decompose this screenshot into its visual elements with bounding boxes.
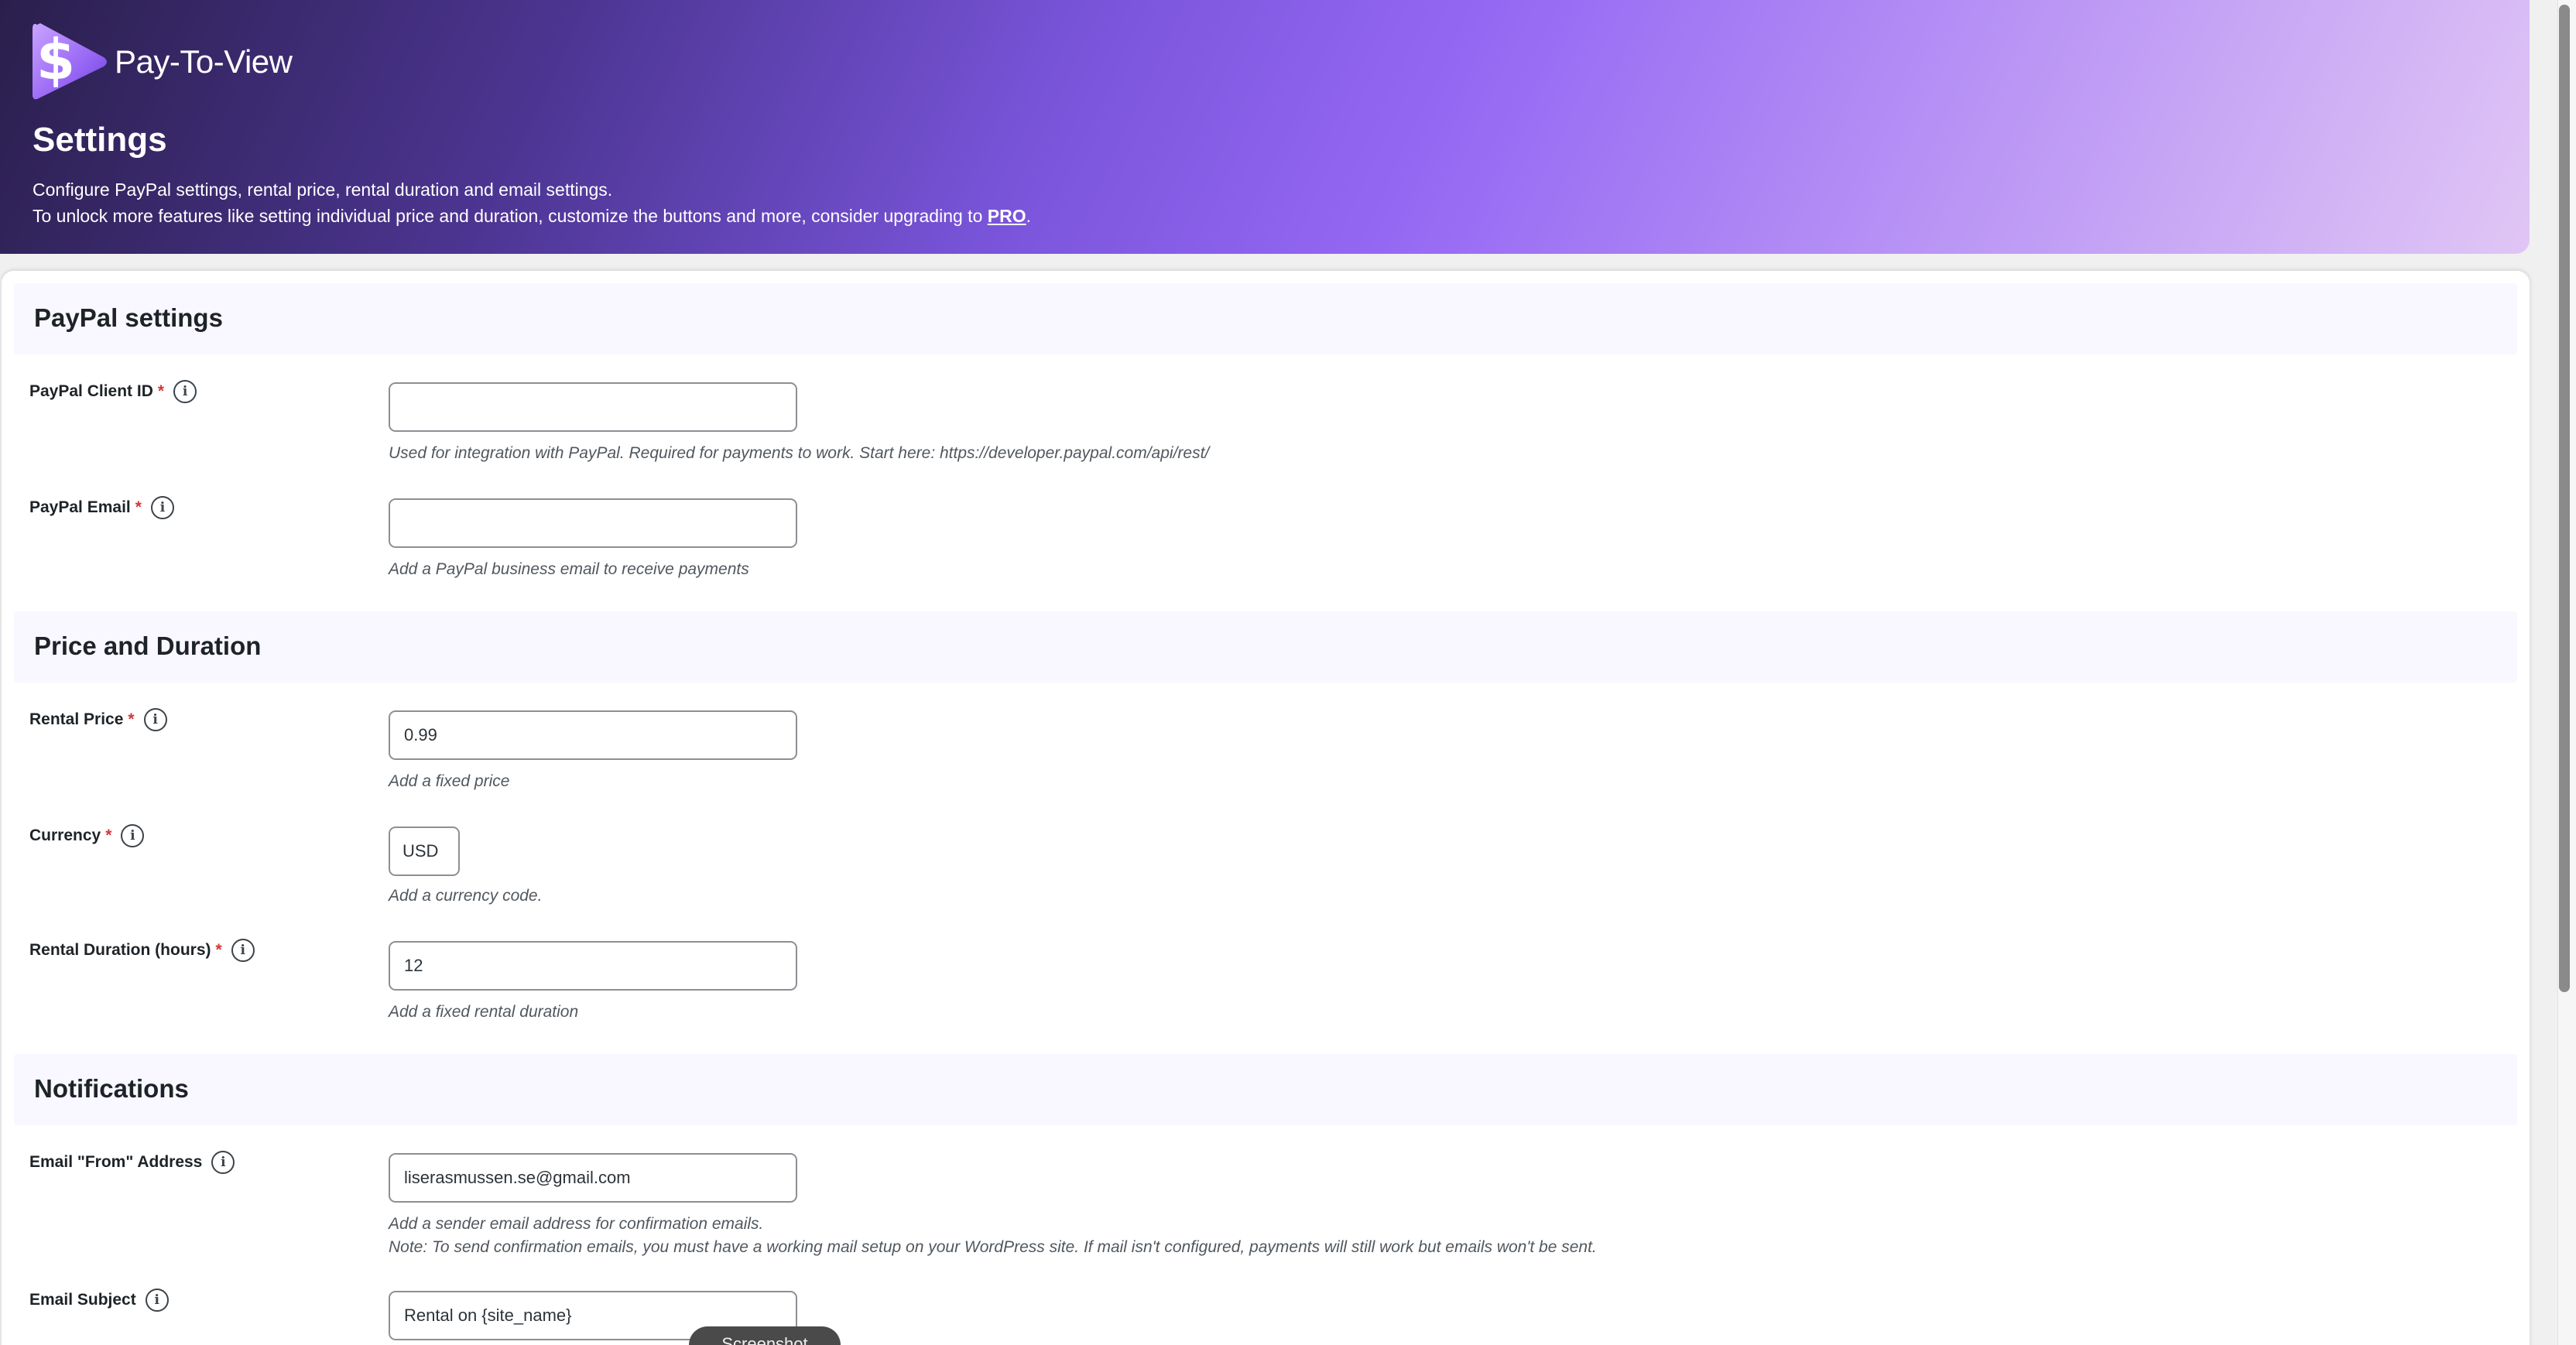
paypal-client-id-label: PayPal Client ID * i (29, 379, 197, 404)
paypal-email-label: PayPal Email * i (29, 495, 174, 520)
info-icon[interactable]: i (121, 824, 145, 847)
pro-link[interactable]: PRO (988, 206, 1026, 226)
rental-price-input[interactable] (389, 710, 797, 760)
required-marker: * (157, 382, 165, 400)
rental-duration-hint: Add a fixed rental duration (389, 1003, 579, 1021)
section-title: Price and Duration (34, 631, 262, 660)
required-marker: * (128, 710, 135, 728)
rental-duration-label: Rental Duration (hours) * i (29, 938, 255, 963)
email-from-address-input[interactable] (389, 1153, 797, 1203)
label-text: Email Subject (29, 1291, 136, 1309)
rental-duration-input[interactable] (389, 941, 797, 991)
info-icon[interactable]: i (173, 380, 197, 403)
intro-text: Configure PayPal settings, rental price,… (33, 180, 613, 200)
pay-to-view-logo-icon: $ (33, 23, 107, 100)
label-text: Email "From" Address (29, 1153, 203, 1171)
currency-label: Currency * i (29, 823, 145, 848)
rental-price-hint: Add a fixed price (389, 772, 510, 790)
section-price-duration: Price and Duration (14, 611, 2517, 683)
settings-card: PayPal settings PayPal Client ID * i Use… (2, 271, 2530, 1345)
paypal-client-id-input[interactable] (389, 382, 797, 432)
info-icon[interactable]: i (231, 939, 255, 962)
info-icon[interactable]: i (145, 1289, 169, 1312)
required-marker: * (105, 827, 112, 844)
label-text: Rental Duration (hours) (29, 941, 211, 959)
screenshot-pill[interactable]: Screenshot (689, 1326, 841, 1345)
label-text: PayPal Client ID (29, 382, 153, 400)
header-banner: $ Pay-To-View Settings Configure PayPal … (0, 0, 2530, 254)
section-title: Notifications (34, 1074, 189, 1103)
upgrade-text-prefix: To unlock more features like setting ind… (33, 206, 988, 226)
upgrade-text-suffix: . (1026, 206, 1031, 226)
rental-price-label: Rental Price * i (29, 707, 167, 732)
section-notifications: Notifications (14, 1054, 2517, 1125)
section-title: PayPal settings (34, 303, 223, 332)
email-subject-label: Email Subject i (29, 1288, 169, 1312)
paypal-email-hint: Add a PayPal business email to receive p… (389, 560, 749, 578)
email-from-address-hint: Add a sender email address for confirmat… (389, 1215, 764, 1233)
required-marker: * (215, 941, 222, 959)
upgrade-text: To unlock more features like setting ind… (33, 206, 1031, 227)
info-icon[interactable]: i (150, 496, 174, 519)
currency-input[interactable] (389, 827, 460, 876)
paypal-client-id-hint: Used for integration with PayPal. Requir… (389, 444, 1210, 462)
info-icon[interactable]: i (211, 1151, 235, 1174)
info-icon[interactable]: i (143, 708, 167, 731)
settings-page: $ Pay-To-View Settings Configure PayPal … (0, 0, 2576, 1345)
page-title: Settings (33, 121, 167, 159)
label-text: Rental Price (29, 710, 124, 728)
label-text: PayPal Email (29, 498, 131, 516)
currency-hint: Add a currency code. (389, 887, 543, 905)
mail-setup-note: Note: To send confirmation emails, you m… (389, 1238, 1597, 1256)
required-marker: * (135, 498, 142, 516)
label-text: Currency (29, 827, 101, 844)
section-paypal-settings: PayPal settings (14, 283, 2517, 354)
scrollbar-thumb[interactable] (2559, 5, 2570, 992)
svg-text:$: $ (36, 27, 75, 92)
paypal-email-input[interactable] (389, 498, 797, 548)
email-from-address-label: Email "From" Address i (29, 1150, 235, 1175)
brand-name: Pay-To-View (115, 43, 293, 80)
